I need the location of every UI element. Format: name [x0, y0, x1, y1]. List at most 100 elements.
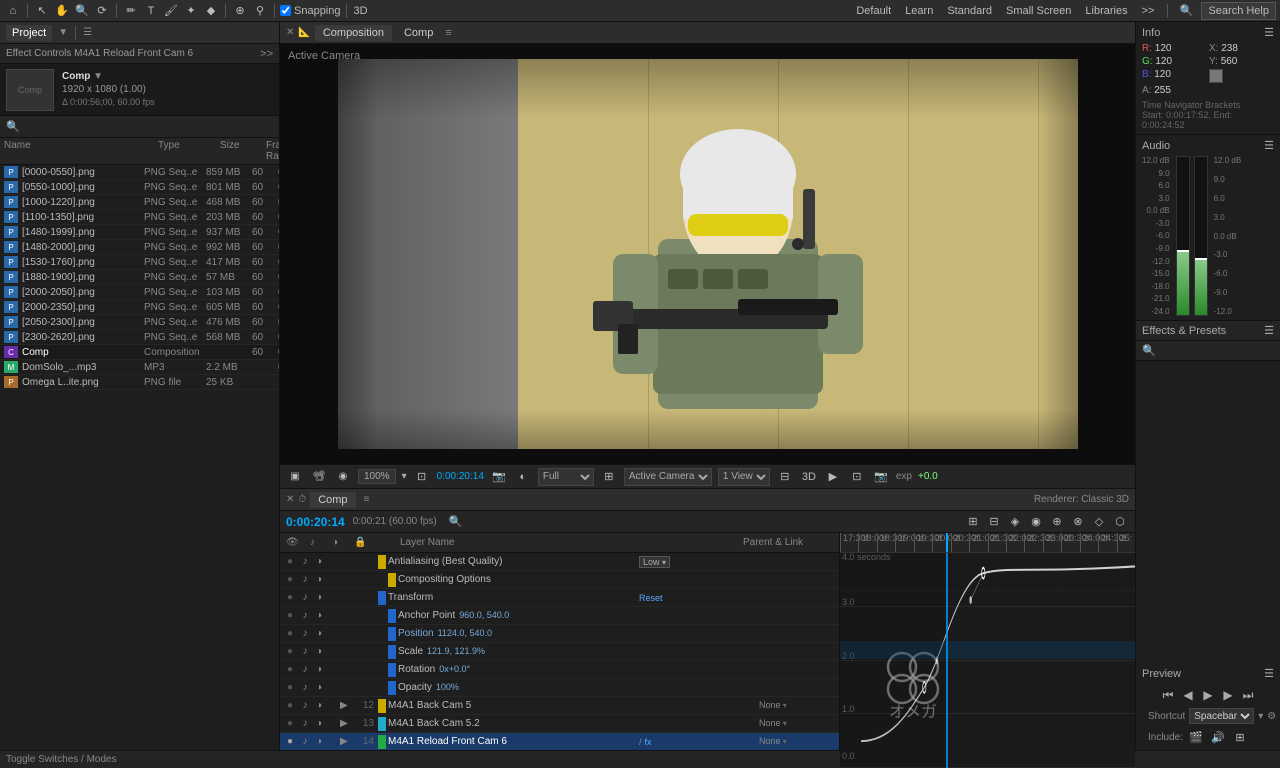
layer-solo[interactable]: ◑ [312, 699, 326, 713]
file-row[interactable]: P [2000-2350].png PNG Seq..e 605 MB 60 0… [0, 300, 279, 315]
layer-solo[interactable]: ◑ [312, 555, 326, 569]
camera-btn[interactable]: 📷 [490, 468, 508, 486]
layer-solo[interactable]: ◑ [312, 717, 326, 731]
playhead[interactable] [946, 533, 948, 552]
project-tab[interactable]: Project [6, 25, 52, 41]
tl-ctrl-6[interactable]: ⊗ [1069, 513, 1087, 531]
select-tool[interactable]: ↖ [33, 2, 51, 20]
layer-vis[interactable]: ● [282, 662, 298, 678]
layer-vis[interactable]: ● [282, 554, 298, 570]
puppet-tool[interactable]: ⚲ [251, 2, 269, 20]
file-row[interactable]: P [1880-1900].png PNG Seq..e 57 MB 60 0:… [0, 270, 279, 285]
brush-tool[interactable]: 🖌 [162, 2, 180, 20]
layer-vis[interactable]: ● [282, 698, 298, 714]
zoom-dropdown[interactable]: ▾ [402, 471, 407, 482]
prev-frame-btn[interactable]: ◀ [1180, 687, 1196, 703]
file-row[interactable]: P [0550-1000].png PNG Seq..e 801 MB 60 0… [0, 180, 279, 195]
layer-expand[interactable]: ▶ [340, 700, 354, 711]
search-help-btn[interactable]: Search Help [1201, 2, 1276, 20]
tl-ctrl-2[interactable]: ⊟ [985, 513, 1003, 531]
grid-btn[interactable]: ⊞ [600, 468, 618, 486]
layer-row[interactable]: ● ♪ ◑ Compositing Options [280, 571, 839, 589]
layer-solo[interactable]: ◑ [312, 627, 326, 641]
snapshot-btn[interactable]: 📷 [872, 468, 890, 486]
file-row[interactable]: P [2050-2300].png PNG Seq..e 476 MB 60 0… [0, 315, 279, 330]
effects-search-input[interactable] [1160, 345, 1280, 356]
anchor-tool[interactable]: ⊕ [231, 2, 249, 20]
layer-vis[interactable]: ● [282, 680, 298, 696]
layer-audio[interactable]: ♪ [298, 717, 312, 731]
include-audio[interactable]: 🔊 [1209, 728, 1227, 746]
include-video[interactable]: 🎬 [1187, 728, 1205, 746]
layer-solo[interactable]: ◑ [312, 681, 326, 695]
viewer-tool-2[interactable]: 📽 [310, 468, 328, 486]
zoom-tool[interactable]: 🔍 [73, 2, 91, 20]
layer-row[interactable]: ● ♪ ◑ Scale121.9, 121.9% [280, 643, 839, 661]
layer-audio[interactable]: ♪ [298, 735, 312, 749]
workspace-libraries[interactable]: Libraries [1081, 5, 1131, 17]
shape-tool[interactable]: ◆ [202, 2, 220, 20]
layer-audio[interactable]: ♪ [298, 573, 312, 587]
layer-vis[interactable]: ● [282, 734, 298, 750]
pen-tool[interactable]: ✏ [122, 2, 140, 20]
layer-expand[interactable]: ▶ [340, 718, 354, 729]
camera-select[interactable]: Active Camera [624, 468, 712, 486]
skip-back-btn[interactable]: ⏮ [1160, 687, 1176, 703]
file-row[interactable]: P [2300-2620].png PNG Seq..e 568 MB 60 0… [0, 330, 279, 345]
tl-close[interactable]: ✕ [286, 494, 294, 505]
file-row[interactable]: P [1480-2000].png PNG Seq..e 992 MB 60 0… [0, 240, 279, 255]
viewer-close[interactable]: ✕ [286, 27, 294, 38]
layer-row[interactable]: ● ♪ ◑ Rotation0x+0.0° [280, 661, 839, 679]
tl-ctrl-3[interactable]: ◈ [1006, 513, 1024, 531]
panel-menu-icon[interactable]: ☰ [83, 27, 92, 38]
layer-audio[interactable]: ♪ [298, 681, 312, 695]
workspace-learn[interactable]: Learn [901, 5, 937, 17]
view-select[interactable]: 1 View [718, 468, 770, 486]
exposure-value[interactable]: +0.0 [918, 471, 938, 482]
preview-menu[interactable]: ☰ [1264, 667, 1274, 680]
layer-vis[interactable]: ● [282, 644, 298, 660]
layer-row[interactable]: ● ♪ ◑ Opacity100% [280, 679, 839, 697]
layer-solo[interactable]: ◑ [312, 609, 326, 623]
tl-ctrl-4[interactable]: ◉ [1027, 513, 1045, 531]
file-row[interactable]: C Comp Composition 60 0:00 [0, 345, 279, 360]
effects-search[interactable]: 🔍 [1136, 341, 1280, 361]
shortcut-info[interactable]: ▾ [1258, 711, 1263, 722]
layer-solo[interactable]: ◑ [312, 663, 326, 677]
search-layers[interactable]: 🔍 [447, 513, 465, 531]
layer-solo[interactable]: ◑ [312, 573, 326, 587]
include-overlays[interactable]: ⊞ [1231, 728, 1249, 746]
file-row[interactable]: P [1100-1350].png PNG Seq..e 203 MB 60 0… [0, 210, 279, 225]
viewport-image[interactable] [338, 59, 1078, 449]
comp-name-tab[interactable]: Comp [396, 25, 441, 41]
viewer-tool-1[interactable]: ▣ [286, 468, 304, 486]
tab-more[interactable]: ≡ [445, 27, 451, 39]
layer-audio[interactable]: ♪ [298, 627, 312, 641]
layer-row[interactable]: ● ♪ ◑ Transform Reset [280, 589, 839, 607]
viewer-tool-3[interactable]: ◉ [334, 468, 352, 486]
timeline-comp-tab[interactable]: Comp [310, 492, 355, 508]
file-row[interactable]: P [1530-1760].png PNG Seq..e 417 MB 60 0… [0, 255, 279, 270]
zoom-level[interactable]: 100% [358, 469, 396, 484]
home-btn[interactable]: ⌂ [4, 2, 22, 20]
layer-audio[interactable]: ♪ [298, 699, 312, 713]
layer-solo[interactable]: ◑ [312, 645, 326, 659]
layer-row[interactable]: ● ♪ ◑ Anchor Point960.0, 540.0 [280, 607, 839, 625]
current-time-display[interactable]: 0:00:20:14 [286, 515, 345, 529]
shortcut-settings[interactable]: ⚙ [1267, 711, 1276, 722]
file-row[interactable]: P [1000-1220].png PNG Seq..e 468 MB 60 0… [0, 195, 279, 210]
3d-btn[interactable]: 3D [800, 468, 818, 486]
layer-row[interactable]: ● ♪ ◑ Antialiasing (Best Quality) Low ▾ [280, 553, 839, 571]
snapping-toggle[interactable]: Snapping [280, 5, 341, 17]
transparency-btn[interactable]: ⊡ [848, 468, 866, 486]
layer-vis[interactable]: ● [282, 608, 298, 624]
layer-audio[interactable]: ♪ [298, 591, 312, 605]
effects-menu[interactable]: ☰ [1264, 324, 1274, 337]
layer-audio[interactable]: ♪ [298, 645, 312, 659]
quality-select[interactable]: FullHalfThirdQuarter [538, 468, 594, 486]
workspace-more[interactable]: >> [1138, 5, 1159, 17]
shortcut-select[interactable]: Spacebar [1189, 708, 1254, 724]
layer-vis[interactable]: ● [282, 572, 298, 588]
file-row[interactable]: P [0000-0550].png PNG Seq..e 859 MB 60 0… [0, 165, 279, 180]
composition-tab[interactable]: Composition [315, 25, 392, 41]
